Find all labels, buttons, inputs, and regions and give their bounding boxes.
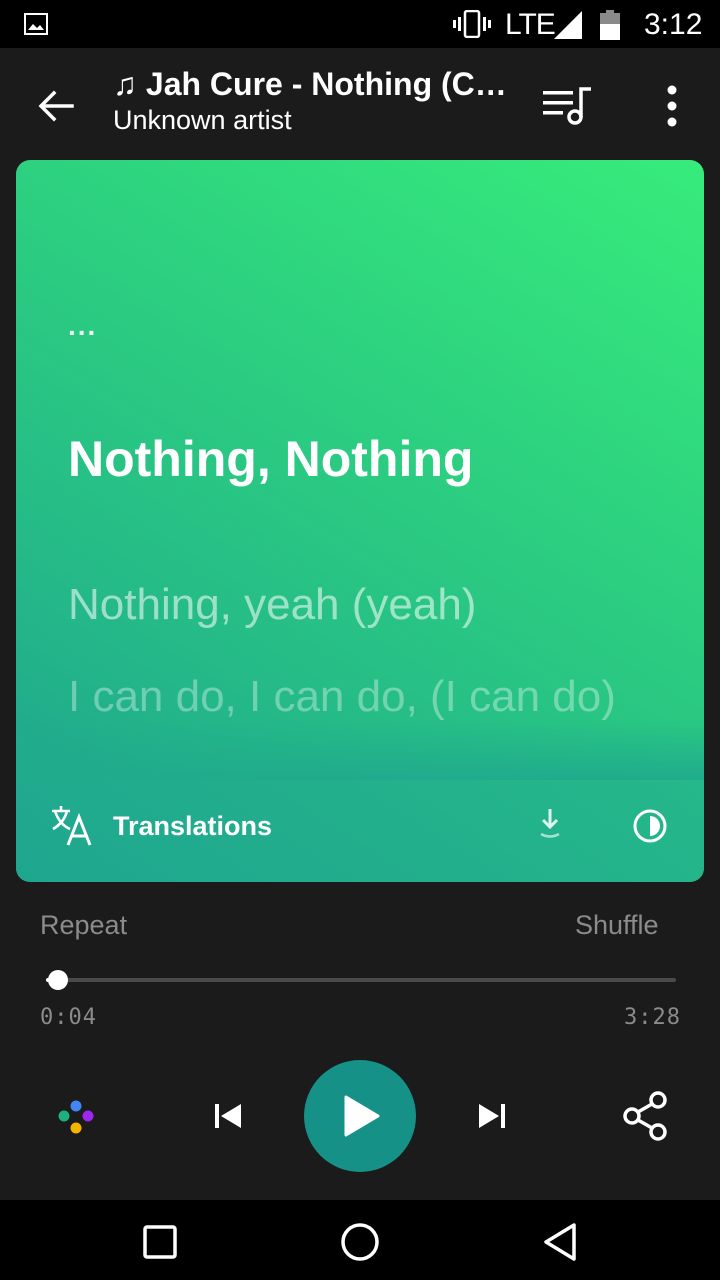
translate-icon[interactable] <box>50 802 94 846</box>
assistant-icon[interactable] <box>52 1092 100 1140</box>
seek-thumb[interactable] <box>47 970 68 990</box>
vibrate-icon <box>453 10 491 38</box>
lyrics-card[interactable]: ... Nothing, Nothing Nothing, yeah (yeah… <box>16 160 704 882</box>
battery-icon <box>600 10 620 40</box>
play-icon <box>344 1095 380 1137</box>
back-button[interactable] <box>28 78 84 134</box>
queue-button[interactable] <box>538 78 598 134</box>
lyric-line-current: Nothing, Nothing <box>68 431 474 487</box>
more-vertical-icon <box>667 85 677 127</box>
translations-button[interactable]: Translations <box>113 811 272 842</box>
skip-next-icon[interactable] <box>472 1096 512 1136</box>
signal-icon <box>554 11 582 39</box>
share-icon[interactable] <box>620 1090 672 1142</box>
clock: 3:12 <box>644 8 703 41</box>
lyrics-fade <box>16 720 704 780</box>
artist-name: Unknown artist <box>113 105 292 135</box>
lyrics-ellipsis: ... <box>68 310 98 341</box>
home-icon[interactable] <box>338 1220 382 1264</box>
recents-icon[interactable] <box>140 1222 180 1262</box>
seek-bar[interactable] <box>46 970 676 990</box>
song-title: ♫ Jah Cure - Nothing (Car... <box>113 66 513 102</box>
elapsed-time: 0:04 <box>40 1005 97 1030</box>
app-bar: ♫ Jah Cure - Nothing (Car... Unknown art… <box>0 48 720 158</box>
theme-icon[interactable] <box>632 808 668 844</box>
queue-music-icon <box>543 87 591 125</box>
network-type: LTE <box>505 8 556 41</box>
shuffle-button[interactable]: Shuffle <box>575 910 659 941</box>
system-nav-bar <box>0 1200 720 1280</box>
skip-previous-icon[interactable] <box>208 1096 248 1136</box>
back-triangle-icon[interactable] <box>540 1220 580 1264</box>
total-duration: 3:28 <box>624 1005 681 1030</box>
status-bar: LTE 3:12 <box>0 0 720 48</box>
back-arrow-icon <box>38 90 74 122</box>
repeat-button[interactable]: Repeat <box>40 910 127 941</box>
play-button[interactable] <box>304 1060 416 1172</box>
lyric-line-next: Nothing, yeah (yeah) <box>68 580 477 629</box>
more-options-button[interactable] <box>652 78 692 134</box>
lyric-line-following: I can do, I can do, (I can do) <box>68 672 616 721</box>
gallery-icon <box>24 13 48 35</box>
download-icon[interactable] <box>534 806 566 842</box>
